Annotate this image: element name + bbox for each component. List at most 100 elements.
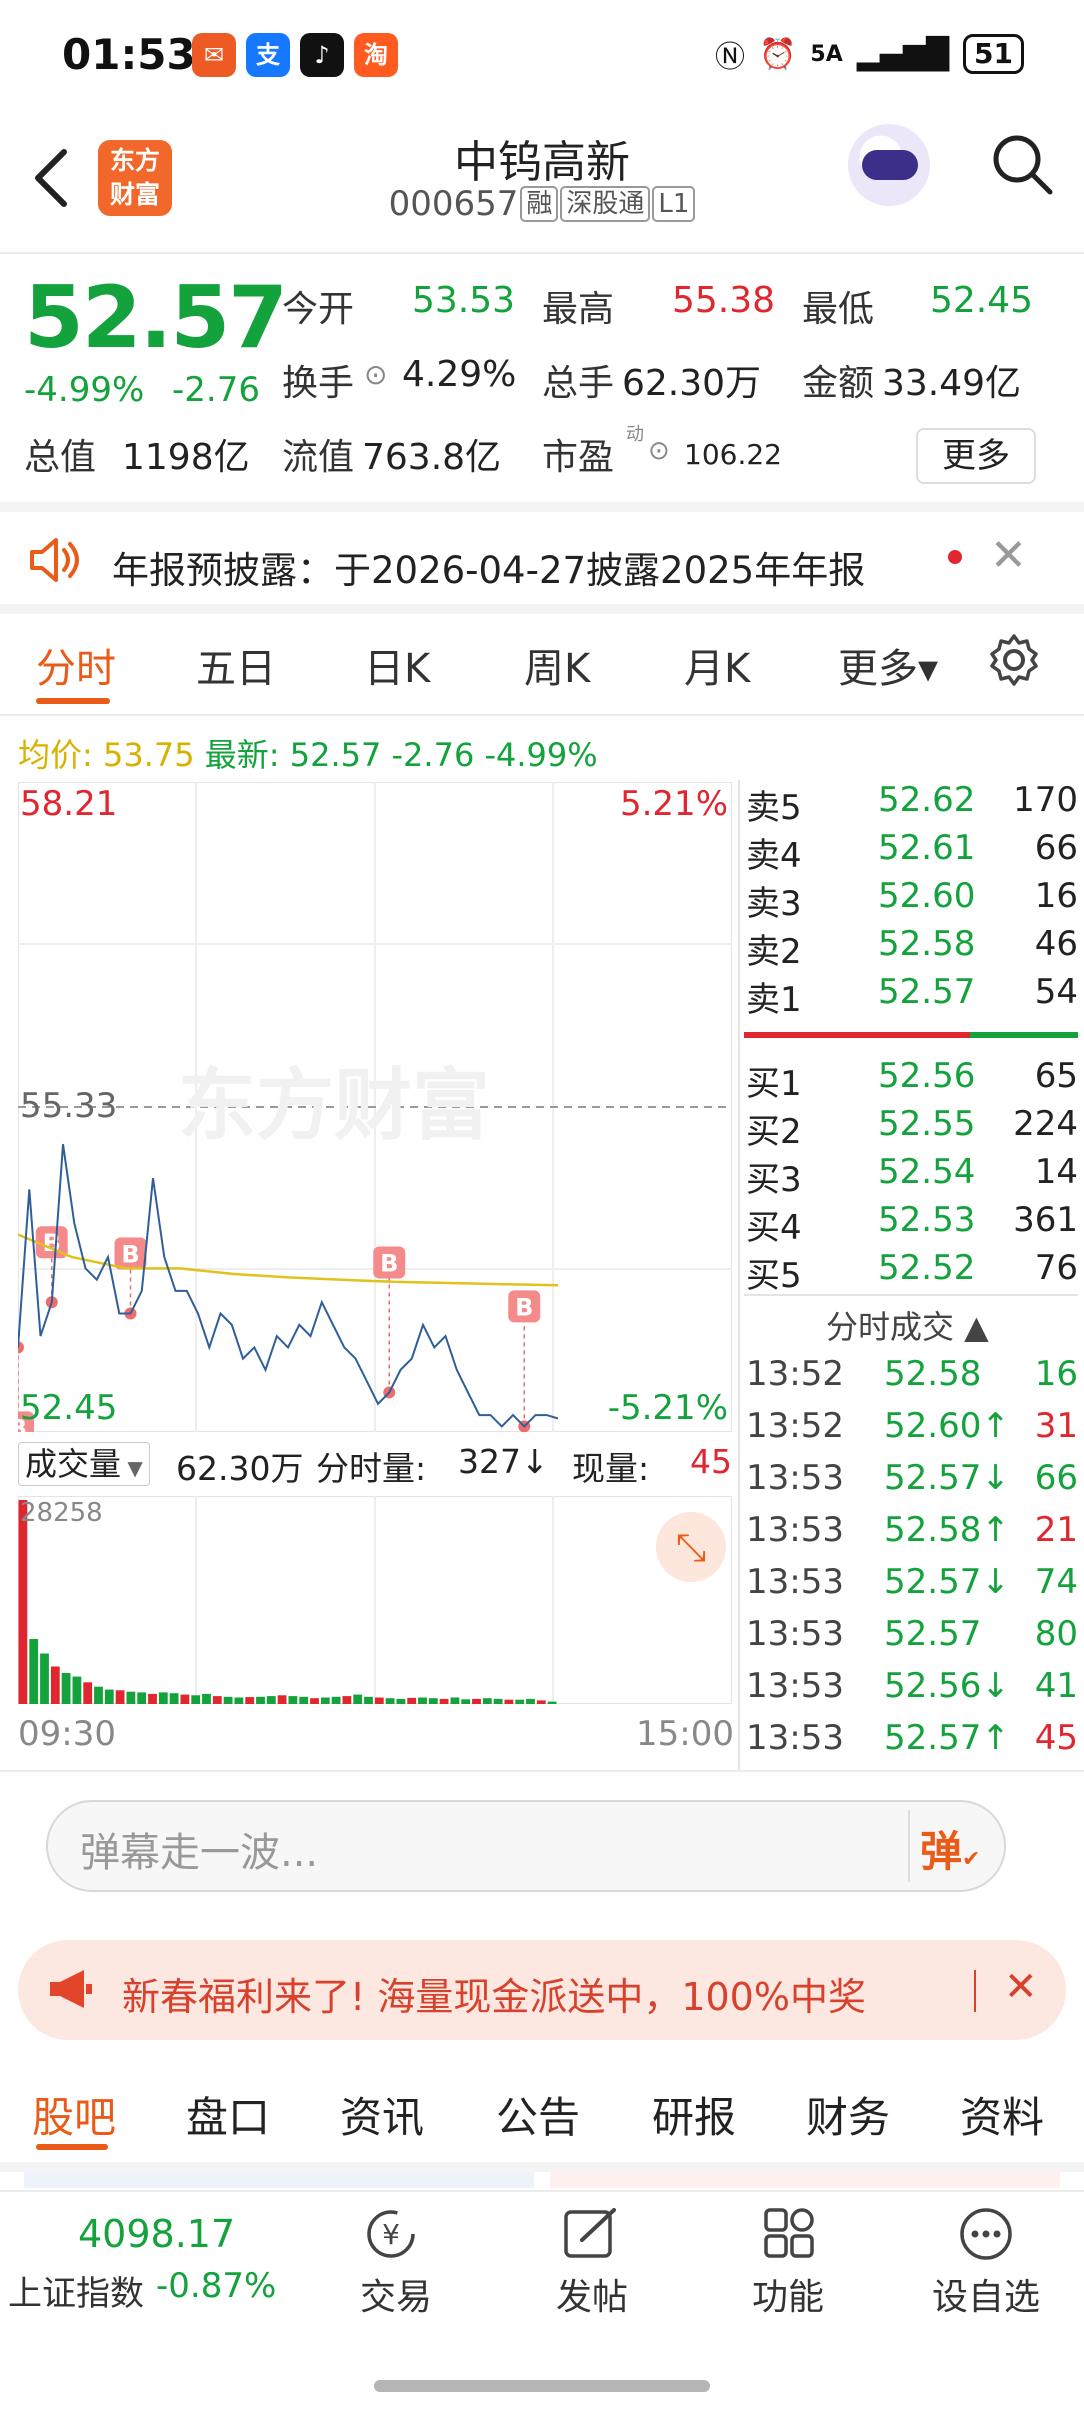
ask-3-label: 卖3 xyxy=(746,884,802,924)
bid-4-volume: 361 xyxy=(1013,1200,1078,1240)
notice-close-icon[interactable]: ✕ xyxy=(990,530,1027,581)
tiktok-icon: ♪ xyxy=(300,33,344,77)
tab-research[interactable]: 研报 xyxy=(652,2084,736,2145)
nav-post[interactable] xyxy=(560,2206,622,2266)
expand-icon[interactable]: ⤡ xyxy=(656,1512,726,1582)
volume-bar xyxy=(18,1500,28,1704)
divider-vertical xyxy=(908,1810,910,1882)
trade-time: 13:53 xyxy=(746,1562,844,1602)
nav-post-label[interactable]: 发帖 xyxy=(522,2268,662,2320)
banner-close-icon[interactable]: ✕ xyxy=(1004,1964,1038,2010)
search-icon[interactable] xyxy=(990,132,1054,196)
section-gap xyxy=(0,2162,1084,2172)
divider xyxy=(0,252,1084,254)
volume-bar xyxy=(83,1682,93,1704)
volume-bar xyxy=(407,1697,417,1704)
buy-marker-label: B xyxy=(43,1229,61,1257)
trade-volume: 66 xyxy=(1034,1458,1078,1498)
amount-value: 33.49亿 xyxy=(882,363,1022,404)
settings-gear-icon[interactable] xyxy=(986,632,1042,688)
ask-2-volume: 46 xyxy=(1034,924,1078,964)
trade-time: 13:53 xyxy=(746,1666,844,1706)
info-icon[interactable]: ⊙ xyxy=(364,358,387,391)
nav-functions[interactable] xyxy=(760,2206,820,2266)
tag-margin: 融 xyxy=(520,186,559,222)
turnover-label: 换手 xyxy=(282,363,355,404)
trade-volume: 21 xyxy=(1034,1510,1078,1550)
trades-title[interactable]: 分时成交 ▲ xyxy=(826,1302,989,1348)
tab-monthly-k[interactable]: 月K xyxy=(684,636,750,694)
tab-weekly-k[interactable]: 周K xyxy=(524,636,590,694)
avg-price-line xyxy=(17,1233,559,1287)
alipay-icon: 支 xyxy=(246,33,290,77)
trade-volume: 16 xyxy=(1034,1354,1078,1394)
notice-text[interactable]: 年报预披露：于2026-04-27披露2025年年报 xyxy=(112,540,865,594)
tab-more[interactable]: 更多▾ xyxy=(838,636,938,694)
index-value[interactable]: 4098.17 xyxy=(78,2212,235,2256)
volume-bar xyxy=(353,1694,363,1704)
y-right-max-label: 5.21% xyxy=(619,784,728,824)
volume-chart[interactable]: 28258 ⤡ xyxy=(17,1495,733,1705)
volume-bar xyxy=(310,1698,319,1704)
promo-text[interactable]: 新春福利来了! 海量现金派送中，100%中奖 xyxy=(122,1966,866,2021)
trade-volume: 31 xyxy=(1034,1406,1078,1446)
intraday-chart[interactable]: 东方财富 BBBBB 58.21 55.33 52.45 5.21% -5.21… xyxy=(2,781,733,1444)
volume-bar xyxy=(385,1698,395,1704)
trade-price: 52.57 xyxy=(884,1614,982,1654)
trade-price: 52.58↑ xyxy=(884,1510,1010,1550)
volume-bar xyxy=(212,1696,222,1704)
tab-profile[interactable]: 资料 xyxy=(960,2084,1044,2145)
functions-grid-icon xyxy=(764,2208,814,2258)
current-price: 52.57 xyxy=(24,268,288,368)
danmu-toggle-button[interactable]: 弹✔ xyxy=(920,1818,980,1879)
bid-1-volume: 65 xyxy=(1034,1056,1078,1096)
tab-announcements[interactable]: 公告 xyxy=(496,2084,580,2145)
nav-trade-label[interactable]: 交易 xyxy=(326,2268,466,2320)
tab-five-day[interactable]: 五日 xyxy=(196,636,276,694)
buy-marker-label: B xyxy=(515,1293,533,1321)
active-tab-indicator xyxy=(36,2144,108,2150)
index-name[interactable]: 上证指数 xyxy=(8,2266,144,2315)
time-end-label: 15:00 xyxy=(636,1714,734,1754)
app-notification-icon: ✉ xyxy=(192,33,236,77)
volume-bar xyxy=(234,1697,244,1704)
buy-marker-label: B xyxy=(121,1241,139,1269)
nav-add-watchlist[interactable] xyxy=(956,2206,1016,2266)
trade-volume: 45 xyxy=(1034,1718,1078,1758)
volume-bar xyxy=(158,1692,168,1704)
volume-bar xyxy=(266,1696,276,1704)
ask-2-label: 卖2 xyxy=(746,932,802,972)
bid-4-price: 52.53 xyxy=(878,1200,976,1240)
avg-price-value: 53.75 xyxy=(102,736,195,774)
nav-functions-label[interactable]: 功能 xyxy=(718,2268,858,2320)
more-button[interactable]: 更多 xyxy=(916,428,1036,484)
tab-news[interactable]: 资讯 xyxy=(340,2084,424,2145)
market-cap-label: 总值 xyxy=(24,437,97,478)
bid-ratio-bar xyxy=(970,1032,1078,1038)
volume-bar xyxy=(50,1666,60,1704)
home-indicator[interactable] xyxy=(374,2380,710,2392)
trade-price: 52.57↓ xyxy=(884,1458,1010,1498)
bid-1-price: 52.56 xyxy=(878,1056,976,1096)
tab-intraday[interactable]: 分时 xyxy=(36,636,116,694)
tab-financials[interactable]: 财务 xyxy=(806,2084,890,2145)
index-change[interactable]: -0.87% xyxy=(156,2266,276,2306)
tab-forum[interactable]: 股吧 xyxy=(32,2084,116,2145)
tab-daily-k[interactable]: 日K xyxy=(364,636,430,694)
trade-yen-icon: ¥ xyxy=(367,2210,415,2258)
pe-info-icon[interactable]: ⊙ xyxy=(648,436,670,466)
nav-add-watchlist-label[interactable]: 设自选 xyxy=(916,2268,1056,2320)
low-label: 最低 xyxy=(802,289,875,330)
volume-bar xyxy=(104,1689,114,1704)
tab-market-depth[interactable]: 盘口 xyxy=(186,2084,270,2145)
high-value: 55.38 xyxy=(672,280,776,321)
volume-bar xyxy=(461,1699,471,1704)
volume-label: 总手 xyxy=(542,363,615,404)
volume-selector[interactable]: 成交量 ▼ xyxy=(18,1442,150,1486)
speaker-icon xyxy=(30,538,79,582)
trade-volume: 74 xyxy=(1034,1562,1078,1602)
nav-trade[interactable]: ¥ xyxy=(356,2206,436,2266)
volume-bar xyxy=(115,1690,125,1704)
divider-vertical xyxy=(738,780,740,1770)
float-cap-label: 流值 xyxy=(282,437,355,478)
